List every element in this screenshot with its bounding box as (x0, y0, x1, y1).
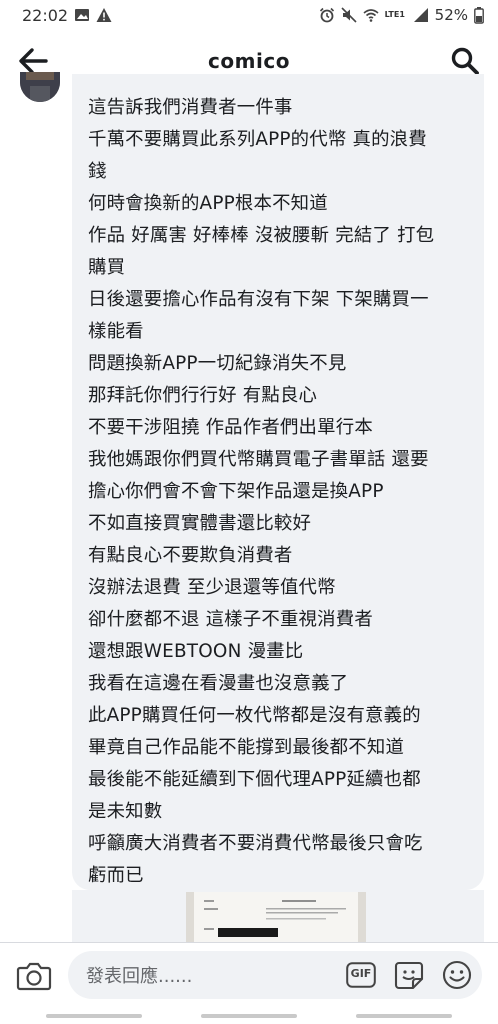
comment-line: 千萬不要購買此系列APP的代幣 真的浪費 (88, 129, 427, 150)
comment-line: 那拜託你們行行好 有點良心 (88, 385, 318, 406)
system-nav-bar (0, 1010, 498, 1024)
status-system-icons: LTE1 52% (319, 6, 484, 24)
comment-line: 卻什麼都不退 這樣子不重視消費者 (88, 609, 373, 630)
comment-line: 有點良心不要欺負消費者 (88, 545, 293, 566)
mute-icon (341, 7, 357, 23)
status-bar: 22:02 LTE1 52% (0, 0, 498, 32)
avatar-image (20, 72, 60, 102)
comment-line: 作品 好厲害 好棒棒 沒被腰斬 完結了 打包 (88, 225, 435, 246)
gallery-icon (75, 9, 89, 21)
gif-button[interactable]: GIF (346, 962, 376, 988)
gif-label: GIF (350, 967, 372, 980)
nav-recents-handle[interactable] (46, 1014, 142, 1018)
network-label: LTE1 (384, 10, 405, 19)
status-notification-icons (74, 7, 112, 23)
alarm-icon (319, 7, 334, 23)
comment-input[interactable] (84, 951, 338, 1001)
comment-line: 這告訴我們消費者一件事 (88, 97, 293, 118)
comment-line: 還想跟WEBTOON 漫畫比 (88, 641, 304, 662)
warning-icon (96, 8, 112, 22)
search-icon[interactable] (450, 46, 480, 76)
nav-back-handle[interactable] (356, 1014, 452, 1018)
comment-line: 此APP購買任何一枚代幣都是沒有意義的 (88, 705, 421, 726)
comment-line: 不如直接買實體書還比較好 (88, 513, 312, 534)
emoji-icon[interactable] (442, 960, 472, 990)
comment-line: 是未知數 (88, 801, 163, 822)
wifi-icon (363, 9, 379, 22)
status-time: 22:02 (22, 6, 69, 25)
document-photo-image (186, 892, 366, 946)
comment-line: 沒辦法退費 至少退還等值代幣 (88, 577, 336, 598)
signal-icon (413, 8, 428, 22)
comment-text: 這告訴我們消費者一件事 千萬不要購買此系列APP的代幣 真的浪費 錢 何時會換新… (88, 92, 474, 892)
comment-line: 虧而已 (88, 865, 144, 886)
comment-line: 不要干涉阻撓 作品作者們出單行本 (88, 417, 373, 438)
comment-input-box[interactable]: GIF (68, 951, 482, 1001)
nav-home-handle[interactable] (201, 1014, 297, 1018)
battery-percent: 52% (434, 6, 468, 24)
comment-line: 畢竟自己作品能不能撐到最後都不知道 (88, 737, 405, 758)
comment-line: 呼籲廣大消費者不要消費代幣最後只會吃 (88, 833, 423, 854)
comment-line: 我他媽跟你們買代幣購買電子書單話 還要 (88, 449, 429, 470)
comment-composer: GIF (0, 942, 498, 1011)
comment-line: 何時會換新的APP根本不知道 (88, 193, 328, 214)
comment-line: 日後還要擔心作品有沒有下架 下架購買一 (88, 289, 429, 310)
comment-line: 擔心你們會不會下架作品還是換APP (88, 481, 384, 502)
comment-bubble[interactable]: 這告訴我們消費者一件事 千萬不要購買此系列APP的代幣 真的浪費 錢 何時會換新… (72, 74, 484, 890)
avatar[interactable] (20, 72, 60, 102)
comment-line: 最後能不能延續到下個代理APP延續也都 (88, 769, 421, 790)
camera-icon[interactable] (16, 960, 52, 992)
comment-line: 購買 (88, 257, 126, 278)
attached-photo[interactable] (186, 892, 366, 946)
comment-line: 我看在這邊在看漫畫也沒意義了 (88, 673, 349, 694)
battery-icon (474, 6, 484, 24)
page-title: comico (208, 49, 290, 73)
comment-line: 樣能看 (88, 321, 144, 342)
comment-line: 問題換新APP一切紀錄消失不見 (88, 353, 347, 374)
comment-line: 錢 (88, 161, 107, 182)
sticker-icon[interactable] (393, 959, 425, 991)
